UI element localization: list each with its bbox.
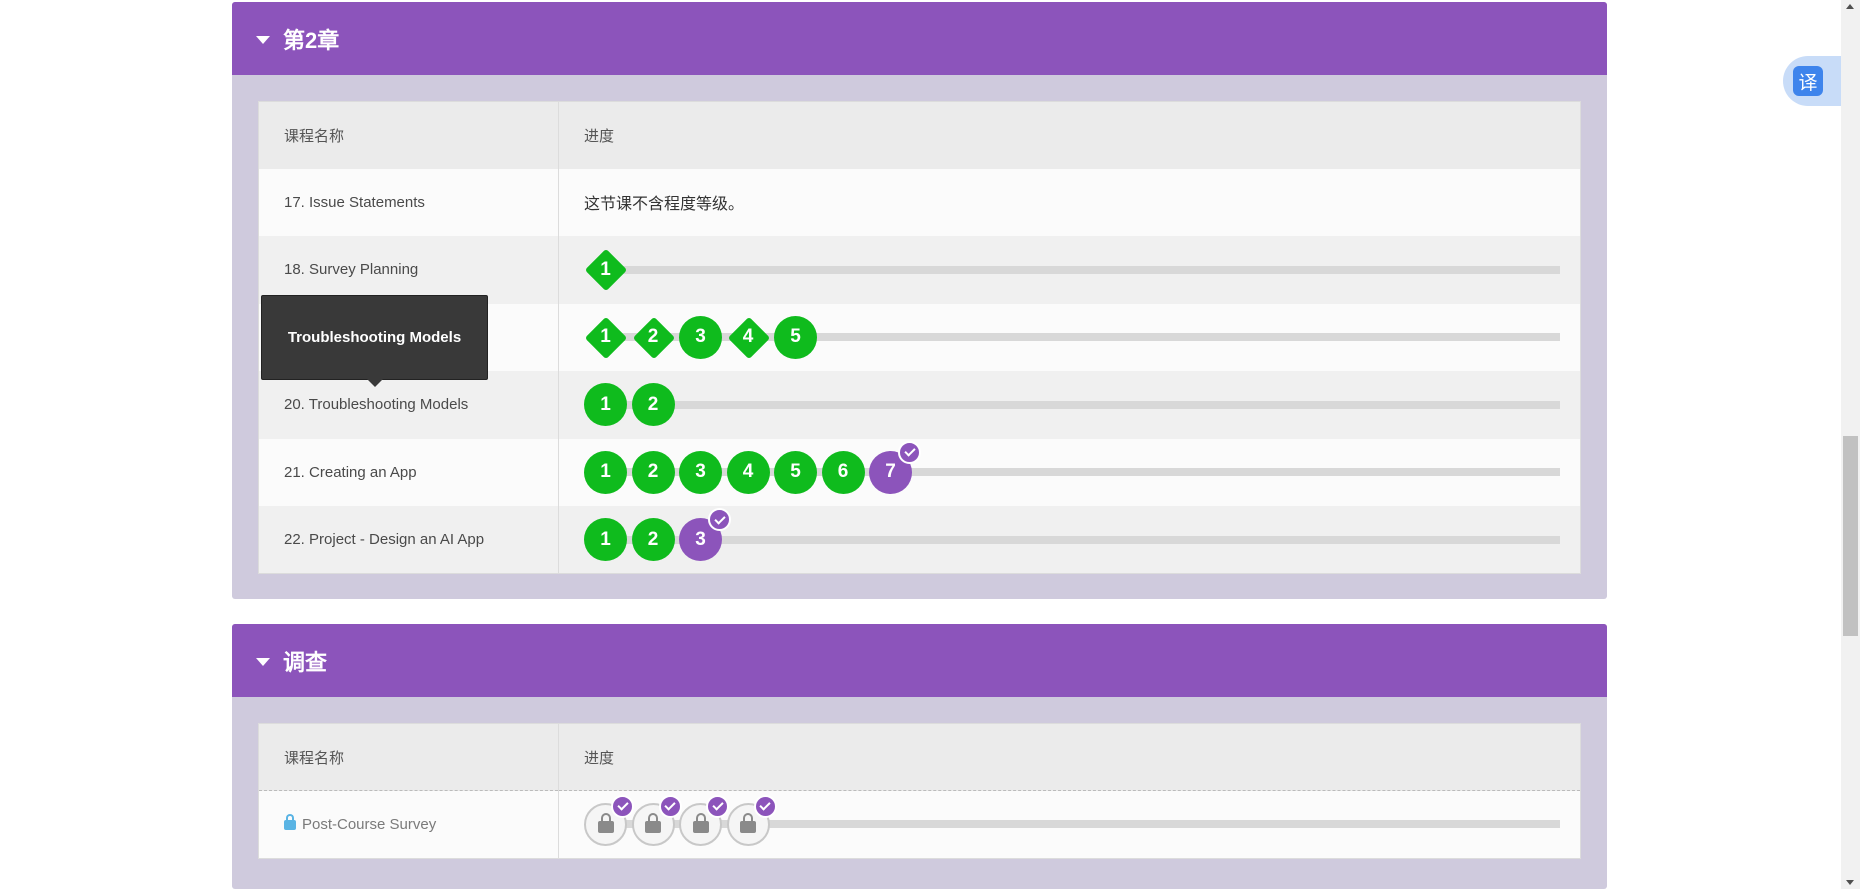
survey-progress-table: 课程名称 进度 Post-Course Survey — [258, 723, 1581, 859]
lesson-name-locked[interactable]: Post-Course Survey — [258, 790, 559, 859]
progress-bubbles: 1 2 3 4 5 — [584, 315, 1580, 359]
lock-icon — [597, 813, 614, 834]
lock-icon — [645, 813, 661, 834]
level-bubble[interactable]: 1 — [584, 383, 627, 427]
checkmark-icon — [753, 794, 777, 818]
level-bubble-locked[interactable] — [584, 794, 634, 846]
lesson-name[interactable]: 18. Survey Planning — [258, 236, 559, 304]
caret-down-icon — [256, 35, 270, 44]
level-bubble[interactable]: 5 — [774, 315, 817, 359]
no-levels-note: 这节课不含程度等级。 — [558, 168, 1581, 236]
table-header-row: 课程名称 进度 — [258, 723, 1581, 791]
progress-bubbles: 1 2 3 — [584, 508, 1580, 561]
table-row: 21. Creating an App 1 2 3 4 5 6 7 — [258, 438, 1581, 506]
lesson-name[interactable]: 21. Creating an App — [258, 438, 559, 506]
checkmark-icon — [706, 794, 729, 818]
column-header-progress: 进度 — [558, 101, 1581, 169]
lesson-tooltip: Troubleshooting Models — [261, 295, 488, 387]
level-bubble[interactable]: 6 — [821, 450, 865, 494]
scroll-down-icon[interactable] — [1846, 880, 1854, 885]
survey-title: 调查 — [283, 649, 328, 675]
level-bubble[interactable]: 3 — [679, 315, 722, 359]
level-bubble[interactable]: 2 — [631, 518, 675, 561]
chapter-2-title: 第2章 — [283, 27, 340, 53]
level-bubble-locked[interactable] — [726, 794, 777, 846]
table-row: 22. Project - Design an AI App 1 2 3 — [258, 506, 1581, 574]
level-bubble-current[interactable]: 7 — [869, 440, 921, 494]
column-header-lesson-name: 课程名称 — [258, 723, 559, 791]
checkmark-icon — [611, 794, 634, 818]
table-row: Post-Course Survey — [258, 790, 1581, 859]
lock-icon — [692, 813, 709, 834]
level-bubble[interactable]: 1 — [584, 450, 627, 494]
progress-bubbles: 1 2 3 4 5 6 7 — [584, 440, 1580, 494]
scrollbar[interactable] — [1841, 0, 1860, 889]
lock-icon — [284, 813, 296, 830]
level-bubble[interactable]: 4 — [726, 450, 770, 494]
caret-down-icon — [256, 657, 270, 666]
progress-bubbles: 1 2 — [584, 383, 1580, 427]
level-bubble[interactable]: 5 — [774, 450, 817, 494]
table-row: 18. Survey Planning 1 — [258, 236, 1581, 304]
lesson-name[interactable]: 17. Issue Statements — [258, 168, 559, 236]
level-bubble-assessment[interactable]: 1 — [584, 248, 628, 292]
column-header-lesson-name: 课程名称 — [258, 101, 559, 169]
level-bubble-assessment[interactable]: 1 — [584, 316, 628, 359]
level-bubble-locked[interactable] — [679, 794, 729, 846]
level-bubble[interactable]: 2 — [631, 450, 675, 494]
level-bubble-assessment[interactable]: 2 — [632, 316, 675, 359]
level-bubble[interactable]: 3 — [679, 450, 722, 494]
lesson-name[interactable]: 20. Troubleshooting Models — [258, 371, 559, 439]
level-bubble-current[interactable]: 3 — [679, 508, 731, 561]
table-row: 17. Issue Statements 这节课不含程度等级。 — [258, 168, 1581, 236]
checkmark-icon — [708, 508, 731, 531]
scroll-thumb[interactable] — [1843, 436, 1858, 636]
progress-bubbles — [584, 794, 1580, 846]
table-header-row: 课程名称 进度 — [258, 101, 1581, 169]
column-header-progress: 进度 — [558, 723, 1581, 791]
level-bubble[interactable]: 2 — [631, 383, 675, 427]
translate-button[interactable]: 译 — [1783, 56, 1850, 106]
level-bubble[interactable]: 1 — [584, 518, 627, 561]
scroll-up-icon[interactable] — [1846, 4, 1854, 9]
survey-panel: 调查 课程名称 进度 Post-Course Survey — [232, 624, 1607, 889]
level-bubble-locked[interactable] — [631, 794, 682, 846]
translate-icon: 译 — [1793, 66, 1823, 96]
lesson-name[interactable]: 22. Project - Design an AI App — [258, 506, 559, 574]
level-bubble-assessment[interactable]: 4 — [727, 316, 770, 359]
checkmark-icon — [898, 440, 921, 464]
lock-icon — [740, 813, 756, 834]
checkmark-icon — [658, 794, 682, 818]
survey-header[interactable]: 调查 — [232, 624, 1607, 697]
progress-bubbles: 1 — [584, 248, 1580, 292]
table-row: 20. Troubleshooting Models 1 2 — [258, 371, 1581, 439]
chapter-2-header[interactable]: 第2章 — [232, 2, 1607, 75]
